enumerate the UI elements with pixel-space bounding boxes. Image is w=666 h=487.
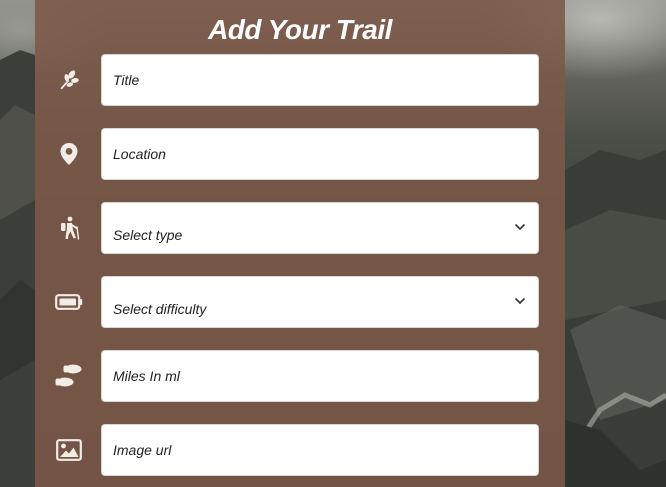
location-input[interactable] <box>101 128 539 180</box>
difficulty-select[interactable]: Select difficulty <box>101 276 539 328</box>
map-pin-icon <box>55 140 83 168</box>
chevron-down-icon <box>514 297 526 305</box>
add-trail-form: Add Your Trail Title Location Select typ… <box>35 0 565 487</box>
location-row <box>35 128 565 180</box>
title-text-input[interactable] <box>113 72 538 88</box>
difficulty-select-value: Select difficulty <box>113 301 207 317</box>
type-row: Select type <box>35 202 565 254</box>
form-title: Add Your Trail <box>208 14 392 45</box>
image-icon <box>55 436 83 464</box>
leaf-icon <box>55 66 83 94</box>
title-input[interactable] <box>101 54 539 106</box>
miles-row <box>35 350 565 402</box>
type-select-value: Select type <box>113 227 183 243</box>
hiker-icon <box>55 214 83 242</box>
image-url-row <box>35 424 565 476</box>
chevron-down-icon <box>514 223 526 231</box>
battery-icon <box>55 288 83 316</box>
miles-text-input[interactable] <box>113 368 538 384</box>
difficulty-row: Select difficulty <box>35 276 565 328</box>
title-row <box>35 54 565 106</box>
type-select[interactable]: Select type <box>101 202 539 254</box>
image-url-input[interactable] <box>101 424 539 476</box>
location-text-input[interactable] <box>113 146 538 162</box>
image-url-text-input[interactable] <box>113 442 538 458</box>
footprints-icon <box>55 362 83 390</box>
miles-input[interactable] <box>101 350 539 402</box>
